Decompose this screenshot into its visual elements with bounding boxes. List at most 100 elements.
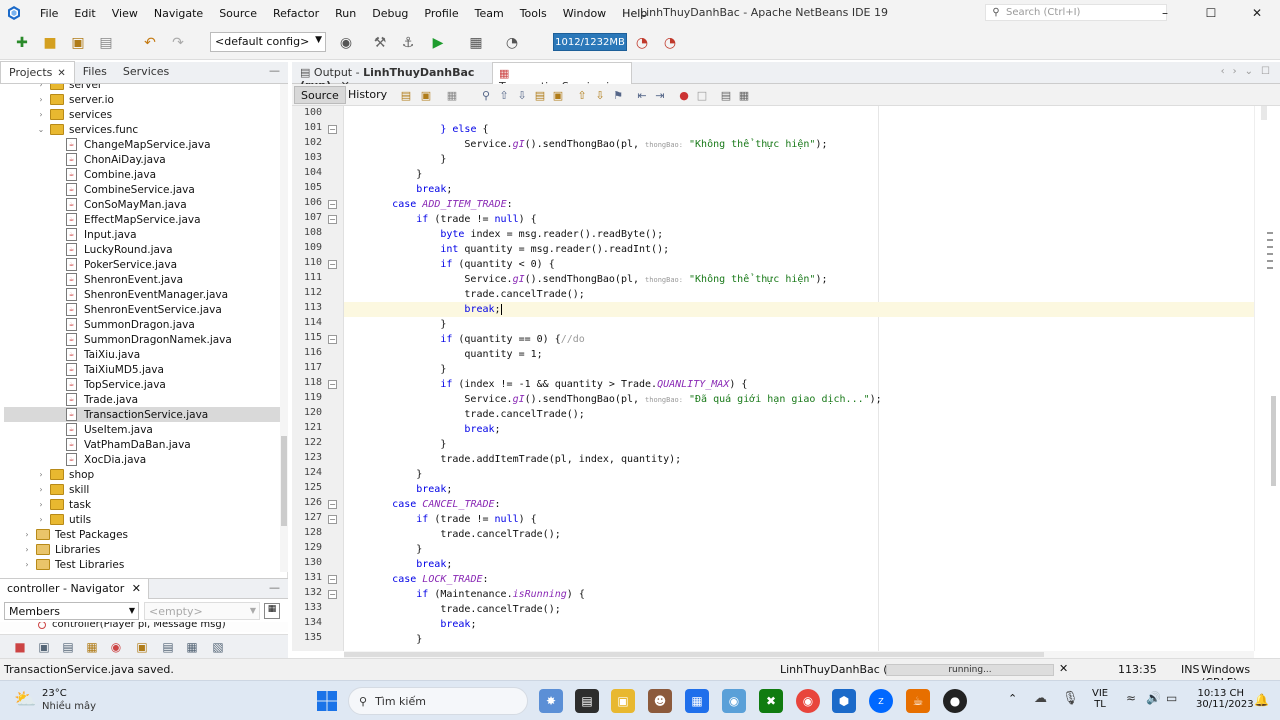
- tree-item[interactable]: ☕ ConSoMayMan.java: [66, 197, 187, 212]
- cancel-task-icon[interactable]: ✕: [1059, 662, 1068, 675]
- code-line[interactable]: if (trade != null) {: [344, 212, 1254, 227]
- chevron-right-icon[interactable]: ›: [22, 545, 32, 554]
- chevron-right-icon[interactable]: ›: [36, 515, 46, 524]
- fold-toggle-icon[interactable]: −: [328, 590, 337, 599]
- history-button[interactable]: History: [342, 86, 393, 104]
- menu-tools[interactable]: Tools: [512, 7, 555, 20]
- scroll-right-icon[interactable]: ›: [1233, 66, 1237, 77]
- photos-icon[interactable]: ◉: [722, 689, 746, 713]
- maximize-editor-icon[interactable]: ☐: [1261, 66, 1270, 77]
- windows-start-icon[interactable]: [316, 690, 338, 712]
- battery-icon[interactable]: ▭: [1166, 691, 1177, 705]
- shift-left-icon[interactable]: ⇤: [632, 85, 652, 105]
- menu-run[interactable]: Run: [327, 7, 364, 20]
- uncomment-icon[interactable]: ▦: [734, 85, 754, 105]
- weather-icon[interactable]: ⛅: [14, 689, 36, 711]
- code-line[interactable]: if (index != -1 && quantity > Trade.QUAN…: [344, 377, 1254, 392]
- tree-item[interactable]: › Libraries: [22, 542, 100, 557]
- tree-item[interactable]: › Test Libraries: [22, 557, 124, 572]
- fold-toggle-icon[interactable]: −: [328, 500, 337, 509]
- code-line[interactable]: if (Maintenance.isRunning) {: [344, 587, 1254, 602]
- tab-files[interactable]: Files: [75, 61, 115, 83]
- code-line[interactable]: break;: [344, 482, 1254, 497]
- tab-projects[interactable]: Projects ✕: [0, 61, 75, 83]
- code-line[interactable]: }: [344, 632, 1254, 647]
- filter-settings-icon[interactable]: ▦: [264, 603, 280, 619]
- save-all-icon[interactable]: ▤: [96, 33, 116, 53]
- tab-services[interactable]: Services: [115, 61, 177, 83]
- menu-debug[interactable]: Debug: [364, 7, 416, 20]
- code-line[interactable]: }: [344, 542, 1254, 557]
- prev-bookmark-icon[interactable]: ⇧: [572, 85, 592, 105]
- game-icon[interactable]: ☻: [648, 689, 672, 713]
- chevron-right-icon[interactable]: ›: [22, 560, 32, 569]
- search-input[interactable]: ⚲ Search (Ctrl+I): [985, 4, 1167, 21]
- task-view-icon[interactable]: ▤: [575, 689, 599, 713]
- chevron-right-icon[interactable]: ›: [36, 110, 46, 119]
- progress-bar[interactable]: running...: [886, 664, 1054, 676]
- filter-nonpublic-icon[interactable]: ▤: [58, 637, 78, 657]
- code-line[interactable]: }: [344, 362, 1254, 377]
- code-line[interactable]: trade.cancelTrade();: [344, 287, 1254, 302]
- tree-item[interactable]: ☕ VatPhamDaBan.java: [66, 437, 191, 452]
- chevron-down-icon[interactable]: ⌄: [1245, 66, 1253, 77]
- tree-item[interactable]: › task: [36, 497, 91, 512]
- close-icon[interactable]: ✕: [57, 68, 65, 79]
- source-button[interactable]: Source: [294, 86, 346, 104]
- find-prev-icon[interactable]: ⇧: [494, 85, 514, 105]
- code-line[interactable]: if (trade != null) {: [344, 512, 1254, 527]
- java-icon[interactable]: ☕: [906, 689, 930, 713]
- tree-item[interactable]: › server: [36, 84, 102, 92]
- fold-toggle-icon[interactable]: −: [328, 125, 337, 134]
- menu-team[interactable]: Team: [467, 7, 512, 20]
- chevron-right-icon[interactable]: ›: [36, 95, 46, 104]
- tree-item[interactable]: ☕ ChangeMapService.java: [66, 137, 211, 152]
- config-select[interactable]: <default config> ▼: [210, 32, 326, 52]
- forward-icon[interactable]: ▦: [442, 85, 462, 105]
- onedrive-icon[interactable]: ☁: [1034, 691, 1047, 706]
- fold-toggle-icon[interactable]: −: [328, 335, 337, 344]
- profile-icon[interactable]: ◔: [502, 33, 522, 53]
- menu-window[interactable]: Window: [555, 7, 614, 20]
- redo-icon[interactable]: ↷: [168, 33, 188, 53]
- filter-inner-icon[interactable]: ▦: [82, 637, 102, 657]
- close-icon[interactable]: ✕: [132, 582, 141, 595]
- fold-toggle-icon[interactable]: −: [328, 515, 337, 524]
- code-line[interactable]: }: [344, 152, 1254, 167]
- tree-item[interactable]: ⌄ services.func: [36, 122, 139, 137]
- next-bookmark-icon[interactable]: ⇩: [590, 85, 610, 105]
- code-line[interactable]: trade.addItemTrade(pl, index, quantity);: [344, 452, 1254, 467]
- tree-item[interactable]: ☕ Trade.java: [66, 392, 138, 407]
- code-line[interactable]: case ADD_ITEM_TRADE:: [344, 197, 1254, 212]
- vertical-scroll-thumb[interactable]: [1271, 396, 1276, 486]
- code-line[interactable]: quantity = 1;: [344, 347, 1254, 362]
- tree-item[interactable]: › server.io: [36, 92, 114, 107]
- wifi-icon[interactable]: ≈: [1126, 691, 1136, 705]
- horizontal-scrollbar[interactable]: [344, 651, 1254, 658]
- microphone-icon[interactable]: 🎙: [1062, 691, 1079, 706]
- language-indicator[interactable]: VIE TL: [1092, 688, 1108, 710]
- tab-output[interactable]: ▤ Output - LinhThuyDanhBac (run) ✕: [294, 62, 490, 92]
- toggle-highlight-icon[interactable]: ▤: [530, 85, 550, 105]
- tree-item[interactable]: ☕ SummonDragonNamek.java: [66, 332, 232, 347]
- code-line[interactable]: }: [344, 437, 1254, 452]
- tree-item[interactable]: ☕ XocDia.java: [66, 452, 146, 467]
- filter-static-icon[interactable]: ▣: [34, 637, 54, 657]
- fold-toggle-icon[interactable]: −: [328, 575, 337, 584]
- code-line[interactable]: }: [344, 167, 1254, 182]
- minimize-pane-icon[interactable]: —: [261, 64, 288, 83]
- chrome-icon[interactable]: ◉: [796, 689, 820, 713]
- code-line[interactable]: break;: [344, 422, 1254, 437]
- zalo-icon[interactable]: Z: [869, 689, 893, 713]
- menu-navigate[interactable]: Navigate: [146, 7, 211, 20]
- code-line[interactable]: trade.cancelTrade();: [344, 602, 1254, 617]
- tree-item[interactable]: ☕ ShenronEvent.java: [66, 272, 183, 287]
- code-line[interactable]: trade.cancelTrade();: [344, 527, 1254, 542]
- code-line[interactable]: int quantity = msg.reader().readInt();: [344, 242, 1254, 257]
- target-icon[interactable]: ◉: [336, 33, 356, 53]
- menu-view[interactable]: View: [104, 7, 146, 20]
- tree-scrollbar[interactable]: [280, 84, 288, 572]
- tray-overflow-icon[interactable]: ⌃: [1008, 692, 1017, 705]
- navigator-item[interactable]: controller(Player pl, Message msg): [38, 622, 226, 630]
- code-line[interactable]: break;: [344, 617, 1254, 632]
